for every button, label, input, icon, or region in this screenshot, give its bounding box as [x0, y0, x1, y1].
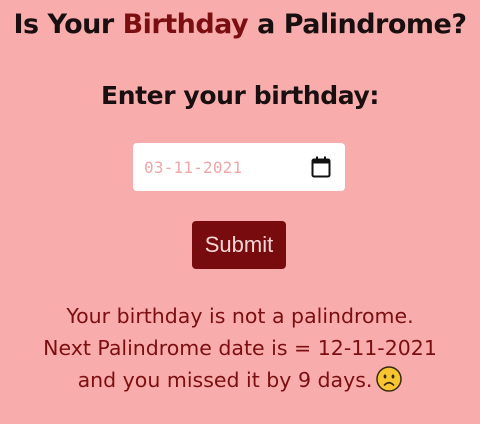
submit-button[interactable]: Submit [192, 221, 286, 269]
result-line-1: Your birthday is not a palindrome. [66, 304, 414, 328]
page-title: Is Your Birthday a Palindrome? [0, 6, 480, 44]
result-line-3: and you missed it by 9 days. [0, 364, 480, 396]
result-line-2: Next Palindrome date is = 12-11-2021 [43, 336, 437, 360]
result-line-3-text: and you missed it by 9 days. [77, 368, 373, 392]
birthday-prompt: Enter your birthday: [101, 81, 379, 110]
result-message: Your birthday is not a palindrome. Next … [0, 300, 480, 396]
date-value[interactable]: 03-11-2021 [144, 158, 242, 177]
title-suffix: a Palindrome? [248, 9, 467, 40]
calendar-icon[interactable] [311, 156, 331, 178]
title-accent: Birthday [122, 9, 249, 40]
birthday-date-input[interactable]: 03-11-2021 [133, 143, 345, 191]
title-prefix: Is Your [13, 9, 123, 40]
worried-face-icon [376, 366, 403, 392]
